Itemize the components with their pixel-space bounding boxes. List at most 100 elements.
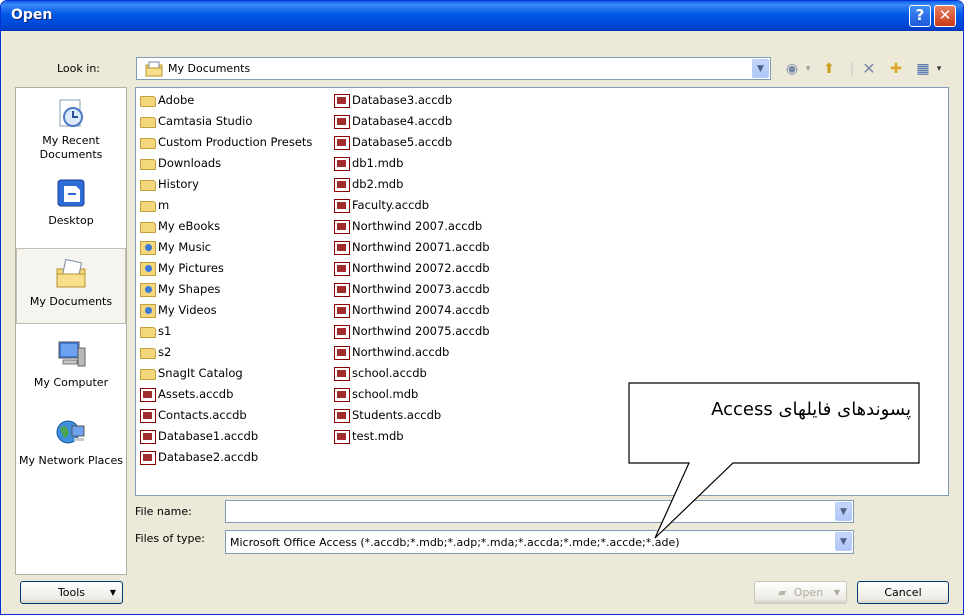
chevron-down-icon[interactable]: ▼ [752,59,769,78]
file-list-item[interactable]: Adobe [140,90,312,111]
back-dropdown-icon[interactable]: ▾ [804,60,812,78]
file-list-item[interactable]: m [140,195,312,216]
file-list-item[interactable]: History [140,174,312,195]
file-list-item[interactable]: Northwind 2007.accdb [334,216,490,237]
folder-icon [140,348,156,359]
file-list-item[interactable]: db1.mdb [334,153,490,174]
access-file-icon [334,198,350,213]
access-file-icon [140,408,156,423]
folder-icon [140,117,156,128]
file-list-item[interactable]: My Pictures [140,258,312,279]
my-documents-icon [56,258,86,288]
file-list-item[interactable]: My eBooks [140,216,312,237]
file-list-item[interactable]: Contacts.accdb [140,405,312,426]
chevron-down-icon[interactable]: ▼ [835,532,852,551]
open-button[interactable]: ▰ Open ▼ [754,581,847,604]
file-name: Faculty.accdb [352,198,430,212]
network-places-icon [56,420,85,444]
access-file-icon [140,387,156,402]
file-list-item[interactable]: SnagIt Catalog [140,363,312,384]
place-my-documents[interactable]: My Documents [16,248,126,324]
tools-button[interactable]: Tools ▼ [20,581,123,604]
file-list-item[interactable]: My Music [140,237,312,258]
file-name-label: File name: [135,505,192,518]
file-list-item[interactable]: My Shapes [140,279,312,300]
file-name: Assets.accdb [158,387,234,401]
files-of-type-dropdown[interactable]: Microsoft Office Access (*.accdb;*.mdb;*… [225,530,854,554]
file-list-item[interactable]: Northwind.accdb [334,342,490,363]
file-list-item[interactable]: Custom Production Presets [140,132,312,153]
file-list-item[interactable]: s1 [140,321,312,342]
look-in-dropdown[interactable]: My Documents ▼ [136,57,771,80]
folder-icon [140,201,156,212]
file-list-item[interactable]: Camtasia Studio [140,111,312,132]
file-list-item[interactable]: Downloads [140,153,312,174]
place-my-recent-documents[interactable]: My Recent Documents [16,96,126,162]
window-title: Open [11,7,53,23]
tools-label: Tools [57,586,86,599]
file-name-input[interactable]: ▼ [225,500,854,523]
help-button[interactable]: ? [909,5,931,27]
file-name: Students.accdb [352,408,442,422]
file-list-item[interactable]: Database3.accdb [334,90,490,111]
new-folder-icon[interactable]: ✚ [886,60,906,78]
access-file-icon [334,345,350,360]
access-file-icon [334,303,350,318]
file-name: test.mdb [352,429,404,443]
open-dialog: Open ? ✕ Look in: My Documents ▼ ◉ ▾ ⬆ |… [0,0,964,615]
back-icon[interactable]: ◉ [783,60,801,78]
place-label: My Computer [33,376,109,389]
folder-icon [140,369,156,380]
look-in-value: My Documents [168,62,251,75]
file-list-item[interactable]: Northwind 20073.accdb [334,279,490,300]
file-list[interactable]: Adobe Camtasia Studio Custom Production Pr… [135,87,949,496]
up-one-level-icon[interactable]: ⬆ [819,60,839,78]
views-dropdown-icon[interactable]: ▾ [934,60,944,78]
file-list-item[interactable]: Database1.accdb [140,426,312,447]
access-file-icon [334,366,350,381]
file-name: Northwind 20071.accdb [352,240,490,254]
file-name: Northwind 20072.accdb [352,261,490,275]
access-file-icon [334,408,350,423]
file-list-item[interactable]: Assets.accdb [140,384,312,405]
views-icon[interactable]: ▦ [913,60,933,78]
chevron-down-icon: ▼ [109,588,116,597]
file-list-item[interactable]: school.mdb [334,384,490,405]
place-my-network-places[interactable]: My Network Places [16,416,126,468]
file-list-item[interactable]: My Videos [140,300,312,321]
chevron-down-icon[interactable]: ▼ [835,502,852,521]
open-folder-icon: ▰ [777,586,787,599]
cancel-button[interactable]: Cancel [857,581,949,604]
file-name: SnagIt Catalog [158,366,243,380]
file-list-item[interactable]: Database2.accdb [140,447,312,468]
file-list-item[interactable]: Students.accdb [334,405,490,426]
file-list-item[interactable]: Faculty.accdb [334,195,490,216]
my-computer-icon [58,341,86,367]
file-list-item[interactable]: Database5.accdb [334,132,490,153]
folder-icon [140,180,156,191]
file-list-item[interactable]: test.mdb [334,426,490,447]
file-list-item[interactable]: db2.mdb [334,174,490,195]
file-list-item[interactable]: Northwind 20072.accdb [334,258,490,279]
close-button[interactable]: ✕ [934,5,956,27]
file-list-item[interactable]: Northwind 20075.accdb [334,321,490,342]
file-list-item[interactable]: Northwind 20071.accdb [334,237,490,258]
look-in-label: Look in: [57,62,100,75]
file-list-item[interactable]: Northwind 20074.accdb [334,300,490,321]
file-name: Northwind.accdb [352,345,450,359]
file-name: Database2.accdb [158,450,259,464]
delete-icon[interactable]: ✕ [859,60,879,78]
file-list-item[interactable]: Database4.accdb [334,111,490,132]
file-list-item[interactable]: school.accdb [334,363,490,384]
place-my-computer[interactable]: My Computer [16,338,126,390]
file-list-item[interactable]: s2 [140,342,312,363]
access-file-icon [334,135,350,150]
title-bar[interactable]: Open ? ✕ [1,1,963,31]
place-desktop[interactable]: Desktop [16,176,126,228]
folder-icon [140,159,156,170]
file-name: My Videos [158,303,217,317]
place-label: Desktop [48,214,94,227]
file-name: Northwind 2007.accdb [352,219,483,233]
file-column-1: Adobe Camtasia Studio Custom Production Pr… [140,90,312,468]
file-name: My Shapes [158,282,221,296]
